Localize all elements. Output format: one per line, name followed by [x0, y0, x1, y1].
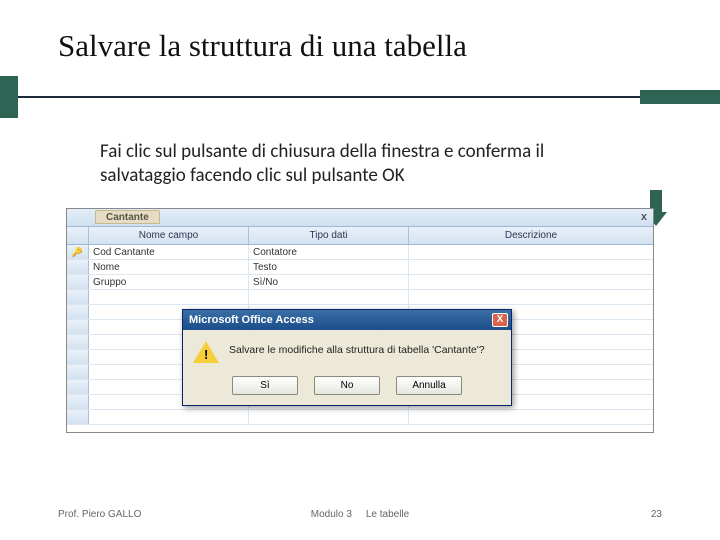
dialog-titlebar: Microsoft Office Access X	[183, 310, 511, 330]
footer-author: Prof. Piero GALLO	[58, 509, 141, 520]
warning-icon: !	[193, 340, 219, 366]
cell-field-name[interactable]: Gruppo	[89, 275, 249, 289]
grid-header: Nome campo Tipo dati Descrizione	[67, 227, 653, 245]
table-row[interactable]: Gruppo Sì/No	[67, 275, 653, 290]
footer-page-number: 23	[651, 509, 662, 520]
window-tabbar: Cantante x	[67, 209, 653, 227]
access-screenshot: Cantante x Nome campo Tipo dati Descrizi…	[66, 208, 654, 433]
footer-topic: Le tabelle	[366, 509, 409, 520]
no-button[interactable]: No	[314, 376, 380, 395]
col-header-desc: Descrizione	[409, 227, 653, 244]
slide-footer: Prof. Piero GALLO Modulo 3 Le tabelle 23	[58, 509, 662, 520]
cell-field-name[interactable]: Cod Cantante	[89, 245, 249, 259]
table-row[interactable]: 🔑 Cod Cantante Contatore	[67, 245, 653, 260]
primary-key-icon: 🔑	[67, 245, 89, 259]
dialog-close-icon[interactable]: X	[492, 313, 508, 327]
footer-module: Modulo 3	[311, 509, 352, 520]
dialog-message: Salvare le modifiche alla struttura di t…	[229, 340, 485, 356]
cell-field-type[interactable]: Sì/No	[249, 275, 409, 289]
cell-field-type[interactable]: Contatore	[249, 245, 409, 259]
col-header-name: Nome campo	[89, 227, 249, 244]
dialog-title: Microsoft Office Access	[189, 314, 314, 326]
cancel-button[interactable]: Annulla	[396, 376, 462, 395]
cell-field-name[interactable]: Nome	[89, 260, 249, 274]
save-dialog: Microsoft Office Access X ! Salvare le m…	[182, 309, 512, 406]
table-row[interactable]: Nome Testo	[67, 260, 653, 275]
close-icon[interactable]: x	[641, 211, 647, 223]
slide-body-text: Fai clic sul pulsante di chiusura della …	[100, 140, 620, 188]
cell-field-type[interactable]: Testo	[249, 260, 409, 274]
slide-title: Salvare la struttura di una tabella	[58, 28, 662, 64]
title-rule	[58, 76, 662, 118]
col-header-type: Tipo dati	[249, 227, 409, 244]
table-tab[interactable]: Cantante	[95, 210, 160, 224]
yes-button[interactable]: Sì	[232, 376, 298, 395]
